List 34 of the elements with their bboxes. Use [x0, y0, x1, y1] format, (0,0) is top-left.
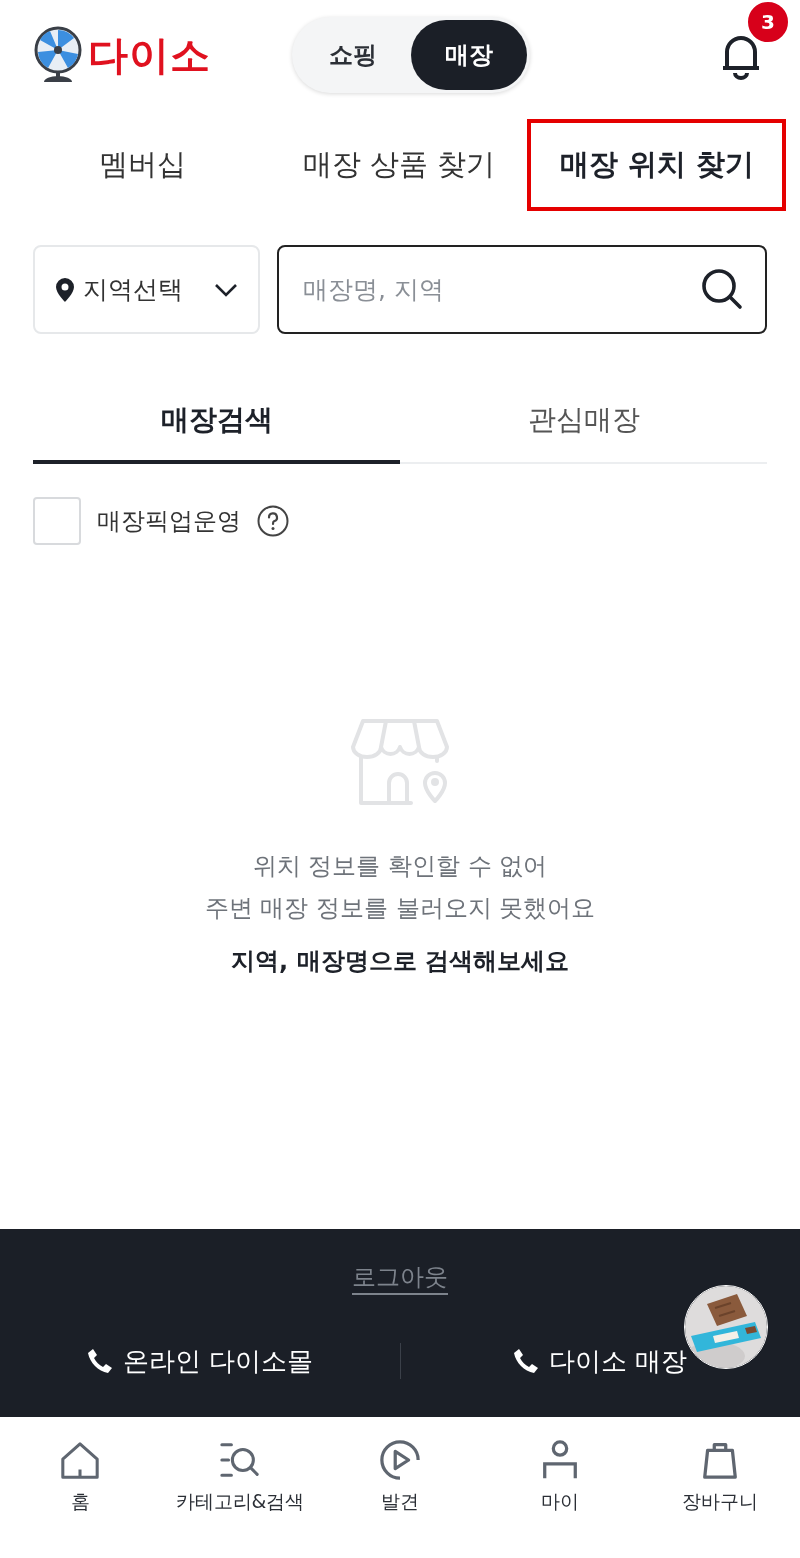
- store-location-icon: [349, 719, 451, 805]
- contact-link[interactable]: 다이소 매장: [549, 1343, 688, 1379]
- fan-icon: [34, 26, 82, 84]
- notification-badge: 3: [746, 0, 790, 44]
- pickup-label: 매장픽업운영: [97, 506, 241, 537]
- search-icon[interactable]: [701, 268, 743, 310]
- logo-text[interactable]: 다이소: [88, 27, 211, 83]
- search-field[interactable]: 매장명, 지역: [277, 245, 767, 334]
- play-circle-icon: [379, 1439, 421, 1481]
- empty-message: 주변 매장 정보를 불러오지 못했어요: [204, 893, 596, 924]
- logout-link[interactable]: 로그아웃: [352, 1261, 448, 1293]
- nav-item[interactable]: 홈: [0, 1439, 160, 1555]
- store-tab[interactable]: 관심매장: [400, 380, 767, 464]
- mode-option[interactable]: 매장: [411, 20, 527, 90]
- mode-option[interactable]: 쇼핑: [295, 20, 411, 90]
- location-pin-icon: [55, 276, 75, 303]
- home-icon: [59, 1439, 101, 1481]
- help-icon[interactable]: [257, 505, 289, 537]
- empty-message: 위치 정보를 확인할 수 없어: [252, 851, 548, 882]
- phone-icon: [86, 1348, 113, 1374]
- nav-item[interactable]: 마이: [480, 1439, 640, 1555]
- nav-item[interactable]: 발견: [320, 1439, 480, 1555]
- nav-item[interactable]: 카테고리&검색: [160, 1439, 320, 1555]
- chevron-down-icon: [214, 282, 238, 297]
- pickup-checkbox[interactable]: [33, 497, 81, 545]
- region-select[interactable]: 지역선택: [33, 245, 260, 334]
- store-tab[interactable]: 매장검색: [33, 380, 400, 464]
- contact-link[interactable]: 온라인 다이소몰: [122, 1343, 313, 1379]
- search-hint: 지역, 매장명으로 검색해보세요: [231, 946, 569, 977]
- subnav-tab[interactable]: 매장 상품 찾기: [270, 119, 528, 211]
- subnav-tab[interactable]: 멤버십: [14, 119, 271, 211]
- subnav-tab[interactable]: 매장 위치 찾기: [527, 119, 786, 211]
- nav-item[interactable]: 장바구니: [640, 1439, 800, 1555]
- phone-icon: [513, 1348, 540, 1374]
